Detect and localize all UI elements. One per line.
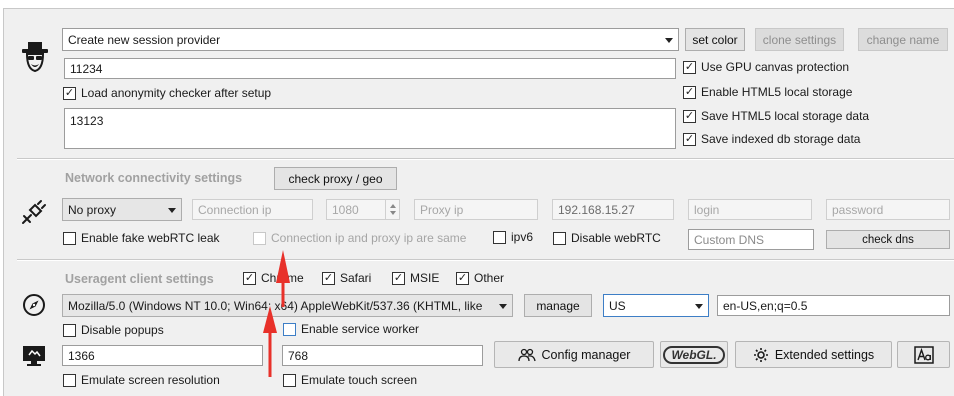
- annotation-arrowhead: [276, 250, 290, 283]
- annotation-arrows: [263, 250, 290, 377]
- session-settings-panel: Create new session provider set color cl…: [0, 0, 954, 396]
- annotation-arrowhead: [263, 306, 277, 333]
